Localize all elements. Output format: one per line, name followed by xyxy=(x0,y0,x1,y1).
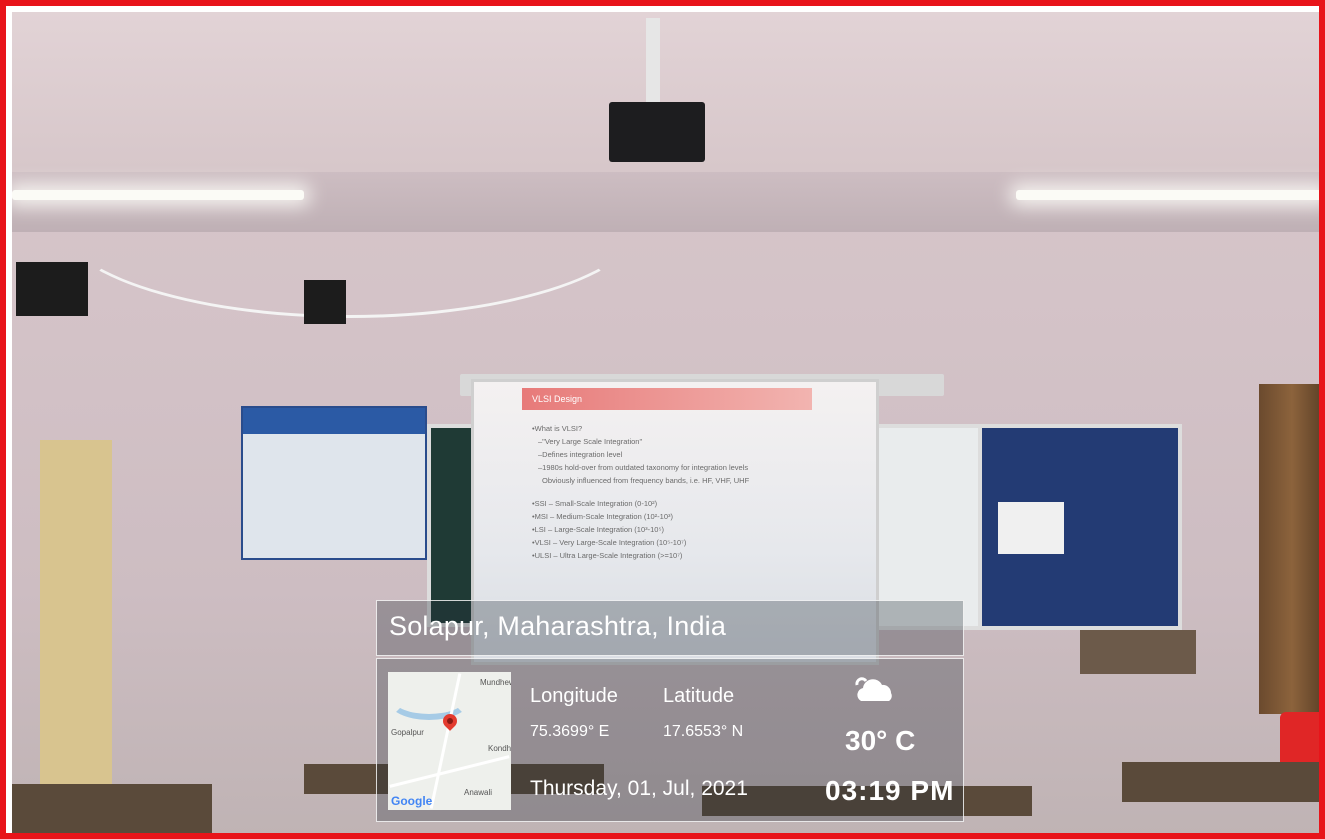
slide-body: •What is VLSI? –"Very Large Scale Integr… xyxy=(532,422,832,562)
longitude-value: 75.3699° E xyxy=(530,723,610,740)
slide-line xyxy=(532,487,832,497)
tube-light-right xyxy=(1016,190,1319,200)
notice-board xyxy=(978,424,1182,630)
speaker-middle xyxy=(304,280,346,324)
longitude-label: Longitude xyxy=(530,685,618,707)
date-text: Thursday, 01, Jul, 2021 xyxy=(530,777,748,800)
slide-line: •VLSI – Very Large-Scale Integration (10… xyxy=(532,538,687,547)
poster-header xyxy=(243,408,425,434)
slide-line: •MSI – Medium-Scale Integration (10²-10³… xyxy=(532,512,674,521)
desk xyxy=(12,784,212,833)
map-road xyxy=(389,755,510,788)
cable xyxy=(52,112,648,318)
slide-line: Obviously influenced from frequency band… xyxy=(542,476,750,485)
desk xyxy=(1122,762,1319,802)
map-label: Gopalpur xyxy=(391,728,424,737)
slide-line: •LSI – Large-Scale Integration (10³-10⁵) xyxy=(532,525,665,534)
map-label: Kondha xyxy=(488,744,511,753)
wooden-sign xyxy=(1080,630,1196,674)
location-banner: Solapur, Maharashtra, India xyxy=(376,600,964,656)
department-poster xyxy=(241,406,427,560)
slide-line: –"Very Large Scale Integration" xyxy=(538,437,643,446)
curtain xyxy=(1259,384,1319,714)
slide-line: •What is VLSI? xyxy=(532,424,583,433)
slide-line: –Defines integration level xyxy=(538,450,623,459)
map-label: Anawali xyxy=(464,788,493,797)
photo-frame: VLSI Design •What is VLSI? –"Very Large … xyxy=(0,0,1325,839)
location-title: Solapur, Maharashtra, India xyxy=(389,611,727,641)
map-label: Mundhewa xyxy=(480,678,511,687)
geo-info-panel: Mundhewa Gopalpur Kondha Anawali Google … xyxy=(376,658,964,822)
time-text: 03:19 PM xyxy=(825,775,955,806)
latitude-label: Latitude xyxy=(663,685,735,707)
slide-title: VLSI Design xyxy=(522,388,812,410)
speaker-left xyxy=(16,262,88,316)
slide-line: –1980s hold-over from outdated taxonomy … xyxy=(538,463,749,472)
slide-line: •ULSI – Ultra Large-Scale Integration (>… xyxy=(532,551,683,560)
door xyxy=(40,440,112,790)
latitude-value: 17.6553° N xyxy=(663,723,744,740)
notice-paper xyxy=(998,502,1064,554)
slide-line: •SSI – Small-Scale Integration (0-10²) xyxy=(532,499,658,508)
projector-pole xyxy=(646,18,660,104)
map-thumbnail[interactable]: Mundhewa Gopalpur Kondha Anawali Google xyxy=(388,672,511,810)
temperature: 30° C xyxy=(845,725,916,756)
cloud-icon xyxy=(855,677,892,701)
google-logo: Google xyxy=(391,794,433,808)
